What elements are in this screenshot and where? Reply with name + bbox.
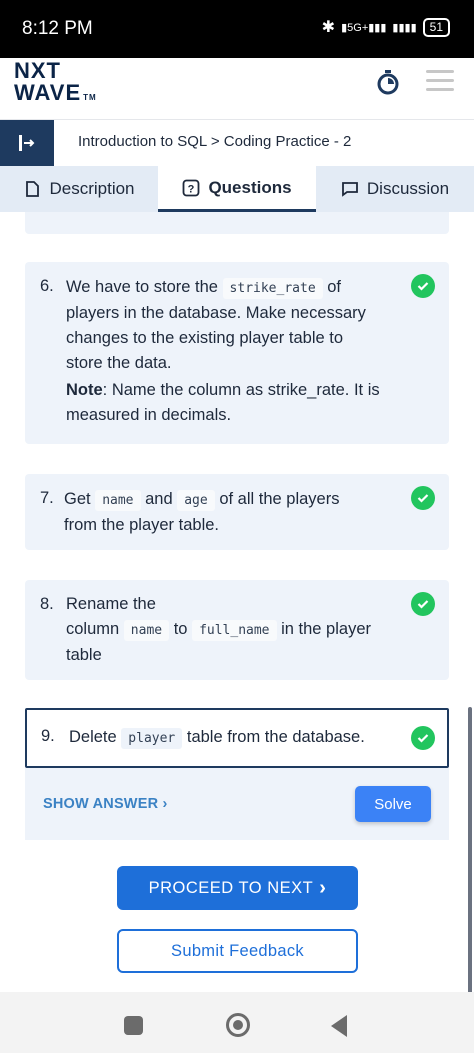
question-icon: ?: [183, 179, 200, 196]
question-card-7[interactable]: 7. Get name and age of all the players f…: [25, 474, 449, 550]
question-text: Delete player table from the database.: [69, 725, 365, 751]
recent-apps-icon[interactable]: [124, 1016, 143, 1035]
breadcrumb[interactable]: Introduction to SQL > Coding Practice - …: [78, 133, 351, 150]
question-text: Rename the column name to full_name in t…: [66, 595, 371, 664]
bluetooth-icon: ✱: [321, 19, 336, 36]
document-icon: [26, 181, 40, 197]
solve-button[interactable]: Solve: [355, 786, 431, 822]
breadcrumb-bar: Introduction to SQL > Coding Practice - …: [0, 120, 474, 166]
app-header: NXT WAVE TM: [0, 58, 474, 120]
tab-description[interactable]: Description: [0, 166, 158, 212]
signal-icon: ▮5G+▮▮▮: [341, 21, 387, 34]
tab-discussion[interactable]: Discussion: [316, 166, 474, 212]
home-icon[interactable]: [226, 1013, 250, 1037]
scrollbar[interactable]: [468, 707, 472, 992]
chat-icon: [341, 182, 358, 197]
proceed-to-next-button[interactable]: PROCEED TO NEXT ›: [117, 866, 358, 910]
question-actions: SHOW ANSWER › Solve: [25, 768, 449, 840]
signal-icon-2: ▮▮▮▮: [392, 21, 417, 34]
expand-sidebar-icon: [19, 135, 35, 151]
code-snippet: full_name: [192, 620, 277, 641]
back-icon[interactable]: [331, 1015, 347, 1037]
code-snippet: age: [177, 490, 215, 511]
status-time: 8:12 PM: [22, 18, 93, 39]
question-card-6[interactable]: 6. We have to store the strike_rate of p…: [25, 262, 449, 444]
code-snippet: name: [95, 490, 141, 511]
show-answer-link[interactable]: SHOW ANSWER ›: [43, 796, 168, 812]
code-snippet: player: [121, 728, 183, 749]
questions-panel[interactable]: 6. We have to store the strike_rate of p…: [0, 212, 474, 992]
nxtwave-logo[interactable]: NXT WAVE TM: [14, 60, 104, 110]
completed-check-icon: [411, 274, 435, 298]
menu-icon[interactable]: [426, 70, 454, 92]
question-text: We have to store the strike_rate of play…: [66, 278, 380, 424]
completed-check-icon: [411, 486, 435, 510]
chevron-right-icon: ›: [319, 876, 327, 899]
system-nav-bar: [0, 992, 474, 1053]
question-text: Get name and age of all the players from…: [64, 490, 340, 534]
question-card-9[interactable]: 9. Delete player table from the database…: [25, 708, 449, 768]
stopwatch-icon[interactable]: [374, 68, 402, 96]
question-number: 9.: [41, 727, 55, 745]
status-icons: ✱ ▮5G+▮▮▮ ▮▮▮▮ 51: [322, 17, 450, 37]
question-number: 8.: [40, 595, 54, 613]
sidebar-toggle-button[interactable]: [0, 120, 54, 166]
battery-icon: 51: [422, 17, 450, 37]
submit-feedback-button[interactable]: Submit Feedback: [117, 929, 358, 973]
completed-check-icon: [411, 726, 435, 750]
code-snippet: strike_rate: [222, 278, 323, 299]
completed-check-icon: [411, 592, 435, 616]
tab-bar: Description ? Questions Discussion: [0, 166, 474, 212]
svg-text:?: ?: [188, 183, 195, 195]
question-card-partial: [25, 212, 449, 234]
note-label: Note: [66, 381, 103, 399]
code-snippet: name: [123, 620, 170, 641]
status-bar: 8:12 PM ✱ ▮5G+▮▮▮ ▮▮▮▮ 51: [0, 0, 474, 58]
question-number: 7.: [40, 489, 54, 507]
chevron-right-icon: ›: [162, 796, 168, 812]
tab-questions[interactable]: ? Questions: [158, 166, 316, 212]
question-card-8[interactable]: 8. Rename the column name to full_name i…: [25, 580, 449, 680]
question-number: 6.: [40, 277, 54, 295]
